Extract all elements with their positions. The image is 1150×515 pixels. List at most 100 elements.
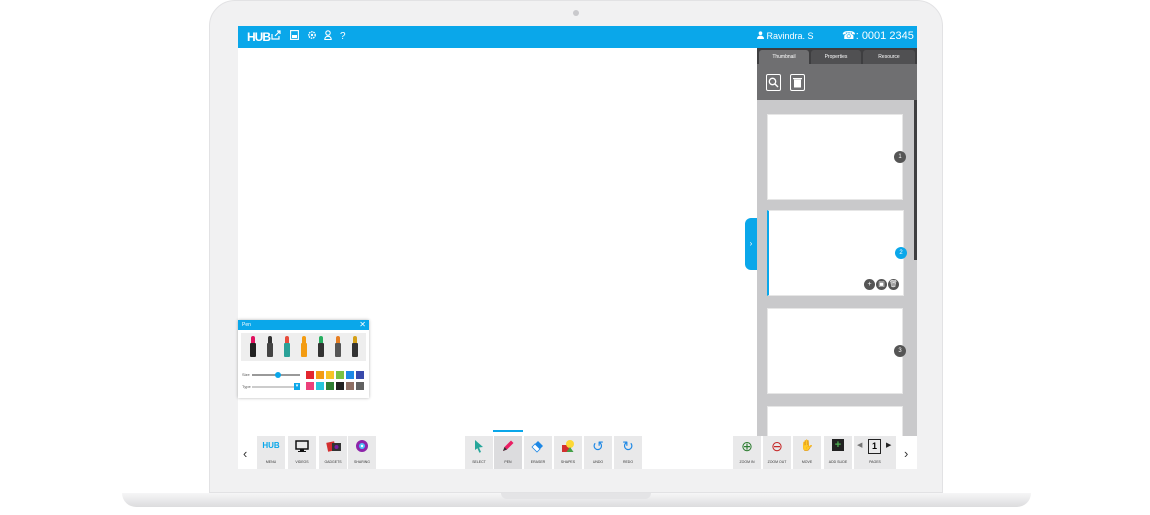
hub-menu-icon: HUB <box>262 441 280 450</box>
save-icon[interactable] <box>290 30 299 45</box>
slide-thumbnail[interactable]: 1 <box>767 114 906 200</box>
undo-icon: ↺ <box>592 438 604 454</box>
add-slide-icon: + <box>832 439 844 451</box>
tab-properties[interactable]: Properties <box>811 50 861 64</box>
trash-icon[interactable] <box>790 74 805 91</box>
pen-type-option[interactable] <box>331 336 345 358</box>
page-number: 1 <box>868 439 881 454</box>
color-swatch[interactable] <box>356 371 364 379</box>
panel-tabs: Thumbnail Properties Resource <box>757 48 917 64</box>
redo-button[interactable]: ↻ REDO <box>614 436 642 469</box>
pen-body <box>301 343 307 357</box>
slide-number: 3 <box>894 345 906 357</box>
whiteboard-canvas[interactable] <box>238 48 757 469</box>
pen-tip <box>251 336 255 343</box>
move-button[interactable]: ✋ MOVE <box>793 436 821 469</box>
size-slider-handle[interactable] <box>275 372 282 378</box>
pen-tip <box>319 336 323 343</box>
color-swatch[interactable] <box>346 371 354 379</box>
color-swatch[interactable] <box>356 382 364 390</box>
collapse-panel-button[interactable]: › <box>745 218 757 270</box>
thumbnail-scrollbar[interactable] <box>914 100 917 260</box>
size-slider[interactable] <box>252 372 300 378</box>
pen-icon <box>501 439 515 453</box>
pen-dialog-header: Pen ✕ <box>238 320 369 330</box>
undo-button[interactable]: ↺ UNDO <box>584 436 612 469</box>
zoom-out-button[interactable]: ⊖ ZOOM OUT <box>763 436 791 469</box>
add-slide-button[interactable]: + ADD SLIDE <box>824 436 852 469</box>
share-icon[interactable] <box>271 30 281 45</box>
pen-body <box>335 343 341 357</box>
settings-icon[interactable] <box>307 30 317 45</box>
eraser-icon <box>531 439 545 453</box>
shapes-button[interactable]: SHAPES <box>554 436 582 469</box>
pen-body <box>284 343 290 357</box>
pen-type-option[interactable] <box>263 336 277 358</box>
search-icon[interactable] <box>766 74 781 91</box>
delete-icon[interactable]: 🗑 <box>888 279 899 290</box>
user-menu[interactable]: Ravindra. S <box>757 31 814 41</box>
help-icon[interactable]: ? <box>340 30 346 44</box>
pen-tip <box>353 336 357 343</box>
type-select[interactable] <box>252 386 294 388</box>
pen-type-option[interactable] <box>348 336 362 358</box>
hub-logo[interactable]: HUB <box>247 30 271 44</box>
user-icon[interactable] <box>324 30 332 45</box>
camera <box>573 10 579 16</box>
phone-number: ☎: 0001 2345 <box>842 29 914 42</box>
color-swatch[interactable] <box>336 382 344 390</box>
color-swatch[interactable] <box>326 382 334 390</box>
slide-number: 2 <box>895 247 907 259</box>
pen-tip <box>336 336 340 343</box>
duplicate-icon[interactable]: ▣ <box>876 279 887 290</box>
page-next-icon[interactable]: ▶ <box>886 441 891 449</box>
pen-body <box>352 343 358 357</box>
zoom-in-button[interactable]: ⊕ ZOOM IN <box>733 436 761 469</box>
user-name: Ravindra. S <box>766 31 814 41</box>
color-swatch[interactable] <box>316 371 324 379</box>
person-icon <box>757 31 767 41</box>
toolbar-next-arrow[interactable]: › <box>904 446 908 461</box>
zoom-in-icon: ⊕ <box>741 438 753 454</box>
close-icon[interactable]: ✕ <box>359 320 366 330</box>
color-swatch[interactable] <box>326 371 334 379</box>
add-icon[interactable]: + <box>864 279 875 290</box>
pen-type-list <box>241 333 366 361</box>
tab-resource[interactable]: Resource <box>863 50 915 64</box>
panel-tools <box>757 64 917 100</box>
toolbar-prev-arrow[interactable]: ‹ <box>243 446 247 461</box>
color-swatch[interactable] <box>336 371 344 379</box>
tab-thumbnail[interactable]: Thumbnail <box>759 50 809 64</box>
select-button[interactable]: SELECT <box>465 436 493 469</box>
color-swatch[interactable] <box>306 371 314 379</box>
sharing-icon <box>355 439 369 453</box>
pen-type-option[interactable] <box>280 336 294 358</box>
pen-button[interactable]: PEN <box>494 436 522 469</box>
color-swatch[interactable] <box>346 382 354 390</box>
gadgets-icon <box>326 439 341 453</box>
pen-tip <box>285 336 289 343</box>
pen-type-option[interactable] <box>246 336 260 358</box>
sharing-button[interactable]: SHARING <box>348 436 376 469</box>
thumbnail-list: 1 2 + ▣ 🗑 3 <box>757 100 917 469</box>
bottom-toolbar: ‹ HUB MENU VIDEOS GADGETS SHARING SELECT… <box>238 436 917 469</box>
slide-thumbnail[interactable]: 3 <box>767 308 906 394</box>
cursor-arrow-icon <box>472 439 486 453</box>
gadgets-button[interactable]: GADGETS <box>319 436 347 469</box>
top-bar: HUB ? Ravindra. S ☎: 0001 2345 <box>238 26 917 48</box>
videos-button[interactable]: VIDEOS <box>288 436 316 469</box>
eraser-button[interactable]: ERASER <box>524 436 552 469</box>
phone-text: : 0001 2345 <box>855 30 914 42</box>
pen-active-indicator <box>493 430 523 432</box>
pen-settings-dialog: Pen ✕ Size Type ▾ <box>238 320 369 398</box>
color-swatch[interactable] <box>306 382 314 390</box>
pen-type-option[interactable] <box>314 336 328 358</box>
color-swatch[interactable] <box>316 382 324 390</box>
slide-thumbnail-active[interactable]: 2 + ▣ 🗑 <box>767 210 907 296</box>
page-prev-icon[interactable]: ◀ <box>857 441 862 449</box>
pen-type-option[interactable] <box>297 336 311 358</box>
menu-button[interactable]: HUB MENU <box>257 436 285 469</box>
monitor-icon <box>295 439 309 453</box>
pen-body <box>318 343 324 357</box>
chevron-down-icon[interactable]: ▾ <box>294 383 300 390</box>
